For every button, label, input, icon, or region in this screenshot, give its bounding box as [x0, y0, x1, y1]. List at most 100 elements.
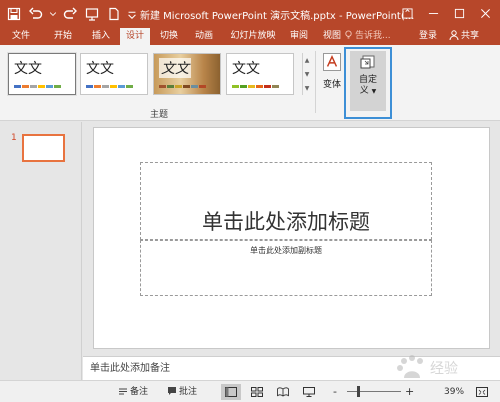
ribbon-display-options-button[interactable]: [394, 2, 420, 24]
window-controls: [394, 2, 498, 24]
watermark-logo: 经验: [397, 355, 458, 378]
normal-view-button[interactable]: [221, 384, 241, 400]
save-button[interactable]: [4, 4, 24, 24]
theme-office[interactable]: 文文: [7, 52, 77, 96]
ribbon-tabs: 文件 开始 插入 设计 切换 动画 幻灯片放映 审阅 视图 告诉我... 登录 …: [0, 28, 500, 45]
theme-facet[interactable]: 文文: [226, 53, 294, 95]
save-icon: [7, 7, 21, 21]
user-icon: [449, 30, 459, 41]
window-title: 新建 Microsoft PowerPoint 演示文稿.pptx - Powe…: [140, 11, 415, 22]
slide-number: 1: [11, 133, 17, 143]
theme-sample-text: 文文: [159, 58, 191, 78]
title-placeholder[interactable]: 单击此处添加标题: [140, 162, 432, 240]
tab-design[interactable]: 设计: [120, 28, 150, 45]
comments-label: 批注: [179, 387, 198, 397]
reading-view-button[interactable]: [273, 384, 293, 400]
tell-me-search[interactable]: 告诉我...: [344, 28, 391, 45]
tab-insert[interactable]: 插入: [86, 28, 116, 45]
gallery-more-button[interactable]: ▼: [303, 81, 311, 95]
title-bar: 新建 Microsoft PowerPoint 演示文稿.pptx - Powe…: [0, 0, 500, 28]
slide-sorter-icon: [251, 387, 263, 397]
slide-sorter-button[interactable]: [247, 384, 267, 400]
comment-icon: [168, 387, 176, 395]
undo-button[interactable]: [26, 4, 46, 24]
subtitle-placeholder[interactable]: 单击此处添加副标题: [140, 240, 432, 296]
ribbon-options-icon: [401, 7, 413, 19]
variants-button[interactable]: 变体: [319, 51, 345, 107]
theme-color-swatches: [159, 85, 206, 88]
close-button[interactable]: [472, 2, 498, 24]
undo-icon: [29, 7, 43, 19]
close-icon: [480, 8, 490, 18]
tab-animations[interactable]: 动画: [189, 28, 219, 45]
tab-transitions[interactable]: 切换: [154, 28, 184, 45]
gallery-down-button[interactable]: ▼: [303, 67, 311, 81]
tab-view[interactable]: 视图: [318, 28, 346, 45]
tell-me-label: 告诉我...: [355, 31, 391, 41]
minimize-icon: [428, 12, 438, 14]
customize-button[interactable]: 自定 义 ▼: [350, 51, 386, 111]
ribbon: 文文 文文 文文 文文 ▲ ▼ ▼ 主题 变体 自定 义 ▼: [0, 45, 500, 121]
theme-wood[interactable]: 文文: [153, 53, 221, 95]
minimize-button[interactable]: [420, 2, 446, 24]
redo-button[interactable]: [60, 4, 80, 24]
chevron-down-icon: [128, 11, 136, 20]
quick-access-toolbar: [4, 4, 138, 24]
svg-text:经验: 经验: [430, 361, 458, 377]
status-bar: 备注 批注 - + 39%: [0, 380, 500, 402]
slide-thumbnail[interactable]: [22, 134, 65, 162]
chevron-down-icon: ▼: [371, 88, 377, 95]
slide-thumbnail-panel: 1: [0, 122, 82, 380]
theme-color-swatches: [232, 85, 279, 88]
theme-color-swatches: [14, 85, 61, 88]
theme-sample-text: 文文: [86, 61, 114, 77]
customize-label-line2: 义 ▼: [359, 86, 377, 96]
theme-gallery-scroll: ▲ ▼ ▼: [302, 53, 311, 95]
new-document-icon: [109, 7, 119, 21]
variants-icon: [323, 53, 341, 71]
share-label: 共享: [461, 31, 480, 41]
slide-editor: 单击此处添加标题 单击此处添加副标题: [83, 122, 500, 356]
lightbulb-icon: [345, 30, 352, 39]
share-button[interactable]: 共享: [449, 28, 479, 45]
fit-slide-button[interactable]: [472, 384, 492, 400]
theme-sample-text: 文文: [14, 61, 42, 77]
normal-view-icon: [225, 387, 237, 397]
tab-review[interactable]: 审阅: [285, 28, 313, 45]
customize-label-line1: 自定: [358, 75, 377, 85]
slide-size-icon: [359, 55, 377, 71]
gallery-up-button[interactable]: ▲: [303, 53, 311, 67]
variants-label: 变体: [322, 80, 341, 90]
slideshow-icon: [85, 8, 99, 21]
slide-canvas[interactable]: 单击此处添加标题 单击此处添加副标题: [93, 127, 490, 349]
undo-dropdown-button[interactable]: [48, 4, 58, 24]
maximize-button[interactable]: [446, 2, 472, 24]
zoom-level[interactable]: 39%: [444, 381, 464, 402]
zoom-in-button[interactable]: +: [405, 381, 414, 402]
theme-office-alt[interactable]: 文文: [80, 53, 148, 95]
zoom-slider-thumb[interactable]: [357, 386, 360, 397]
theme-color-swatches: [86, 85, 133, 88]
themes-group-label: 主题: [150, 110, 169, 120]
comments-button[interactable]: 批注: [167, 381, 197, 402]
customize-qat-button[interactable]: [126, 4, 138, 24]
new-file-button[interactable]: [104, 4, 124, 24]
notes-toggle-button[interactable]: 备注: [118, 381, 148, 402]
login-button[interactable]: 登录: [419, 28, 437, 45]
start-from-beginning-button[interactable]: [82, 4, 102, 24]
slideshow-view-button[interactable]: [299, 384, 319, 400]
maximize-icon: [454, 8, 464, 18]
zoom-out-button[interactable]: -: [333, 381, 337, 402]
redo-icon: [63, 7, 77, 19]
notes-icon: [119, 388, 127, 395]
fit-to-window-icon: [476, 387, 488, 397]
tab-file[interactable]: 文件: [6, 28, 36, 45]
slideshow-icon: [303, 387, 315, 397]
zoom-slider[interactable]: [347, 391, 401, 392]
customize-highlight-box: 自定 义 ▼: [344, 47, 392, 119]
tab-home[interactable]: 开始: [48, 28, 78, 45]
reading-view-icon: [277, 387, 289, 397]
theme-sample-text: 文文: [232, 61, 260, 77]
group-divider: [315, 51, 316, 113]
tab-slide-show[interactable]: 幻灯片放映: [226, 28, 280, 45]
